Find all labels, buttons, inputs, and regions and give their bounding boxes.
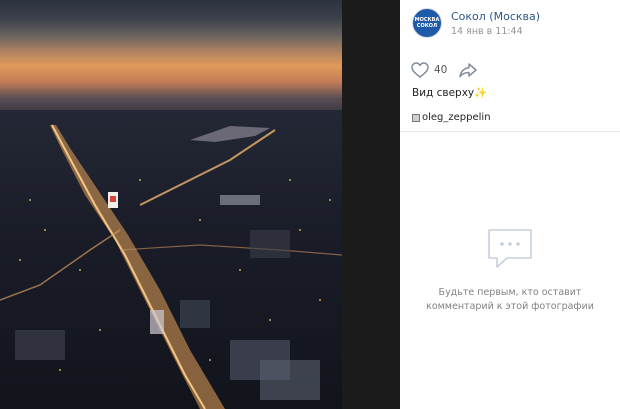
viewer-gap: [342, 0, 400, 409]
empty-comments: Будьте первым, кто оставит комментарий к…: [400, 226, 620, 314]
like-count[interactable]: 40: [434, 64, 447, 76]
post-meta: Сокол (Москва) 14 янв в 11:44: [451, 10, 540, 37]
post-caption: Вид сверху✨: [412, 87, 488, 99]
speech-bubble-icon: [488, 229, 532, 268]
post-date[interactable]: 14 янв в 11:44: [451, 26, 540, 37]
empty-comments-line2: комментарий к этой фотографии: [426, 301, 594, 312]
photo-author-tag[interactable]: oleg_zeppelin: [412, 112, 491, 123]
author-name[interactable]: Сокол (Москва): [451, 10, 540, 23]
post-actions: 40: [411, 62, 478, 78]
empty-comments-line1: Будьте первым, кто оставит: [438, 287, 582, 298]
post-header: МОСКВА СОКОЛ Сокол (Москва) 14 янв в 11:…: [412, 8, 540, 38]
divider: [400, 131, 620, 132]
heart-icon[interactable]: [411, 62, 429, 78]
empty-comments-text: Будьте первым, кто оставит комментарий к…: [400, 286, 620, 314]
share-arrow-icon[interactable]: [459, 62, 478, 78]
avatar[interactable]: МОСКВА СОКОЛ: [412, 8, 442, 38]
photo-city-lights: [0, 124, 342, 409]
post-sidebar: МОСКВА СОКОЛ Сокол (Москва) 14 янв в 11:…: [400, 0, 620, 409]
photo-viewer: МОСКВА СОКОЛ Сокол (Москва) 14 янв в 11:…: [0, 0, 620, 409]
photo[interactable]: [0, 0, 342, 409]
photo-author-name[interactable]: oleg_zeppelin: [422, 112, 491, 123]
image-tag-icon: [412, 113, 420, 122]
